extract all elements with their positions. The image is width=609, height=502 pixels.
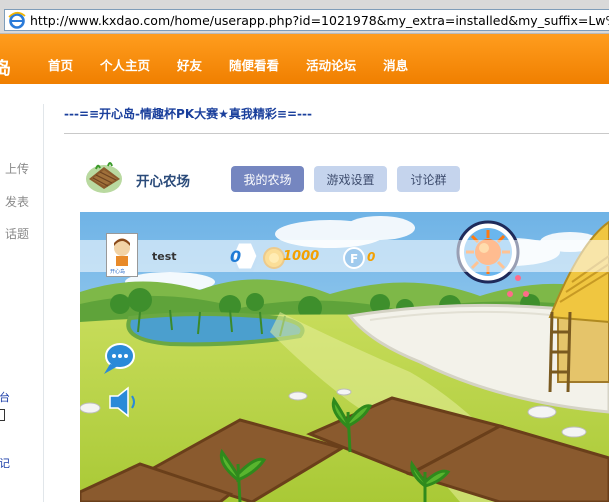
tab-my-farm[interactable]: 我的农场 [231, 166, 304, 192]
app-title: 开心农场 [136, 174, 190, 190]
player-level: 0 [230, 247, 242, 266]
nav-item-home[interactable]: 首页 [48, 55, 73, 74]
top-nav: 岛 首页 个人主页 好友 随便看看 活动论坛 消息 [0, 34, 609, 84]
sidebar-link-1[interactable]: 台 [0, 389, 10, 405]
nav-item-browse[interactable]: 随便看看 [229, 55, 279, 74]
sidebar-item-upload[interactable]: 上传 [5, 160, 29, 177]
ie-page-icon [8, 11, 26, 29]
tab-game-settings[interactable]: 游戏设置 [314, 166, 387, 192]
announcement-marquee[interactable]: ---=≡开心岛-情趣杯PK大赛★真我精彩≡=--- [64, 105, 312, 122]
nav-item-profile[interactable]: 个人主页 [100, 55, 150, 74]
sidebar-item-post[interactable]: 发表 [5, 193, 29, 210]
nav-item-messages[interactable]: 消息 [383, 55, 408, 74]
coin-count: 1000 [283, 249, 320, 264]
address-bar[interactable]: http://www.kxdao.com/home/userapp.php?id… [4, 9, 609, 31]
content-divider [64, 133, 609, 134]
farm-app-icon [84, 157, 124, 195]
nav-menu: 首页 个人主页 好友 随便看看 活动论坛 消息 [48, 55, 435, 74]
tab-discussion-group[interactable]: 讨论群 [397, 166, 460, 192]
player-username: test [152, 250, 177, 263]
farm-game-canvas[interactable]: F 开心岛 test 0 1000 0 [80, 212, 609, 502]
nav-item-friends[interactable]: 好友 [177, 55, 202, 74]
nav-item-forum[interactable]: 活动论坛 [306, 55, 356, 74]
f-coin-count: 0 [367, 250, 376, 264]
sidebar-cursor-mark [0, 409, 5, 421]
player-avatar[interactable]: 开心岛 [106, 233, 138, 277]
svg-text:开心岛: 开心岛 [110, 268, 125, 275]
sidebar-link-2[interactable]: 记 [0, 455, 10, 471]
left-sidebar: 上传 发表 话题 台 记 [0, 104, 44, 502]
site-logo-text[interactable]: 岛 [0, 54, 11, 79]
address-bar-frame: http://www.kxdao.com/home/userapp.php?id… [0, 0, 609, 34]
url-text[interactable]: http://www.kxdao.com/home/userapp.php?id… [30, 13, 609, 28]
sidebar-item-topic[interactable]: 话题 [5, 225, 29, 242]
